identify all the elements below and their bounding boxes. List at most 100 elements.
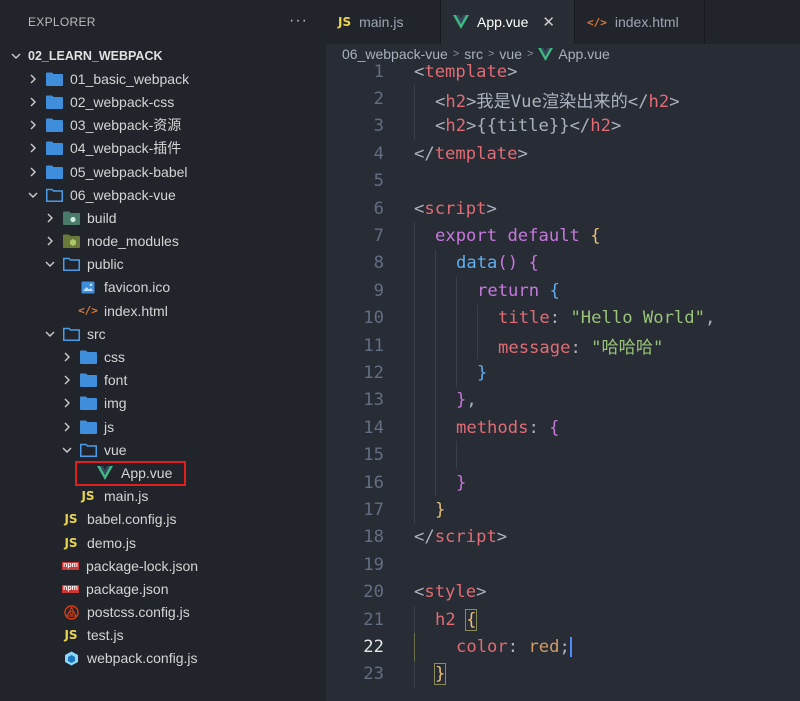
code-line: 7 export default { <box>326 222 800 250</box>
code-line: 10 title: "Hello World", <box>326 304 800 332</box>
code-line: 19 <box>326 551 800 578</box>
js-file-icon: JS <box>81 489 95 504</box>
image-file-icon <box>79 280 97 294</box>
tree-file[interactable]: App.vue <box>0 461 326 487</box>
code-line: 11 message: "哈哈哈" <box>326 331 800 360</box>
folder-icon <box>45 72 63 86</box>
indent-guide <box>435 304 436 332</box>
line-number: 19 <box>363 554 384 575</box>
tree-folder[interactable]: 03_webpack-资源 <box>0 114 326 137</box>
tree-folder[interactable]: css <box>0 345 326 368</box>
tree-file[interactable]: JS test.js <box>0 624 326 647</box>
indent-guide <box>414 222 415 250</box>
js-file-icon: JS <box>64 535 78 550</box>
tree-item-label: css <box>104 349 125 366</box>
tree-folder[interactable]: 01_basic_webpack <box>0 67 326 90</box>
tab-app-vue[interactable]: App.vue ✕ <box>441 0 575 44</box>
line-number: 22 <box>363 636 384 657</box>
code-line: 4 </template> <box>326 140 800 167</box>
tab-index-html[interactable]: </> index.html <box>575 0 705 44</box>
line-number: 21 <box>363 609 384 630</box>
folder-icon <box>45 188 63 202</box>
tree-folder[interactable]: build <box>0 206 326 229</box>
tree-item-label: webpack.config.js <box>87 650 198 667</box>
code-content: <h2>我是Vue渲染出来的</h2> <box>435 91 680 112</box>
tree-file[interactable]: </> index.html <box>0 299 326 322</box>
code-content: } <box>456 472 467 493</box>
folder-icon <box>79 350 97 365</box>
chevron-right-icon <box>61 398 73 408</box>
tab-main-js[interactable]: JS main.js <box>326 0 441 44</box>
tree-folder[interactable]: src <box>0 322 326 345</box>
line-number: 7 <box>373 226 384 247</box>
tree-folder[interactable]: vue <box>0 438 326 461</box>
explorer-sidebar: EXPLORER ··· 02_LEARN_WEBPACK 01_basic_w… <box>0 0 326 701</box>
tree-item-label: build <box>87 209 117 226</box>
code-content: export default { <box>435 226 601 247</box>
tree-folder[interactable]: 06_webpack-vue <box>0 183 326 206</box>
tree-file[interactable]: npm package-lock.json <box>0 554 326 577</box>
tree-item-label: 04_webpack-插件 <box>70 140 182 157</box>
tree-folder[interactable]: 05_webpack-babel <box>0 160 326 183</box>
line-number: 12 <box>363 362 384 383</box>
tree-folder[interactable]: public <box>0 253 326 276</box>
tree-folder[interactable]: 04_webpack-插件 <box>0 137 326 160</box>
tree-item-label: 01_basic_webpack <box>70 70 190 87</box>
js-file-icon: JS <box>64 512 78 527</box>
line-number: 6 <box>373 198 384 219</box>
tree-folder[interactable]: node_modules <box>0 230 326 253</box>
tree-item-label: test.js <box>87 627 124 644</box>
workspace-root[interactable]: 02_LEARN_WEBPACK <box>0 44 326 67</box>
close-icon[interactable]: ✕ <box>542 13 555 31</box>
more-actions-icon[interactable]: ··· <box>289 12 308 30</box>
tab-label: main.js <box>359 14 404 30</box>
code-content: </script> <box>414 527 508 548</box>
tree-file[interactable]: JS babel.config.js <box>0 508 326 531</box>
code-line: 9 return { <box>326 277 800 305</box>
code-content: h2 { <box>435 608 478 631</box>
code-line: 16 } <box>326 468 800 497</box>
tree-folder[interactable]: 02_webpack-css <box>0 90 326 113</box>
code-content: data() { <box>456 253 539 274</box>
tree-file[interactable]: JS demo.js <box>0 531 326 554</box>
workspace-root-label: 02_LEARN_WEBPACK <box>28 48 163 63</box>
tree-item-label: 02_webpack-css <box>70 93 175 110</box>
tree-file[interactable]: webpack.config.js <box>0 647 326 670</box>
indent-guide <box>456 304 457 332</box>
tree-file[interactable]: postcss.config.js <box>0 601 326 624</box>
tree-file[interactable]: JS main.js <box>0 485 326 508</box>
code-content: <script> <box>414 198 497 219</box>
indent-guide <box>414 359 415 387</box>
code-content: message: "哈哈哈" <box>498 338 664 359</box>
js-file-icon: JS <box>338 15 352 29</box>
tree-folder[interactable]: js <box>0 415 326 438</box>
indent-guide <box>414 304 415 332</box>
chevron-right-icon <box>44 213 56 223</box>
code-editor[interactable]: 1 <template> 2 <h2>我是Vue渲染出来的</h2> 3 <h2… <box>326 58 800 688</box>
tree-item-label: node_modules <box>87 233 179 250</box>
code-line: 2 <h2>我是Vue渲染出来的</h2> <box>326 85 800 113</box>
code-line: 21 h2 { <box>326 605 800 634</box>
folder-icon <box>45 141 63 156</box>
folder-icon <box>79 443 97 457</box>
tree-file[interactable]: favicon.ico <box>0 276 326 299</box>
tab-label: index.html <box>614 14 679 30</box>
js-file-icon: JS <box>64 628 78 643</box>
line-number: 3 <box>373 116 384 137</box>
tree-item-label: babel.config.js <box>87 511 177 528</box>
tree-folder[interactable]: font <box>0 369 326 392</box>
folder-icon <box>45 165 63 179</box>
tree-file[interactable]: npm package.json <box>0 577 326 600</box>
tree-folder[interactable]: img <box>0 392 326 415</box>
line-number: 2 <box>373 89 384 110</box>
code-line: 5 <box>326 168 800 195</box>
indent-guide <box>435 468 436 497</box>
chevron-down-icon <box>61 445 73 455</box>
code-line: 18 </script> <box>326 524 800 551</box>
code-content: return { <box>477 280 560 301</box>
indent-guide <box>477 304 478 332</box>
indent-guide <box>456 359 457 387</box>
html-file-icon: </> <box>587 15 607 29</box>
indent-guide <box>414 386 415 415</box>
indent-guide <box>414 112 415 141</box>
